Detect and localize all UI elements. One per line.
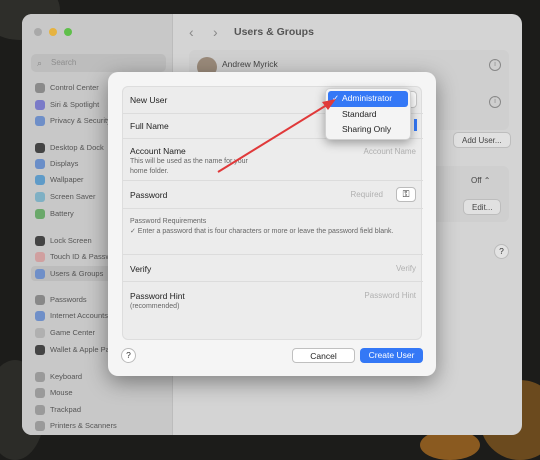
option-label: Administrator [342,93,393,103]
sidebar-item-icon [35,158,45,169]
search-input[interactable]: ⌕ Search [31,54,166,72]
new-user-label: New User [130,95,168,105]
sidebar-item-label: Lock Screen [50,236,92,245]
full-name-label: Full Name [130,121,169,131]
cancel-button[interactable]: Cancel [292,348,355,363]
sidebar-item-label: Battery [50,209,74,218]
sidebar-item-icon [35,327,45,338]
window-title: Users & Groups [234,26,314,38]
sidebar-item-icon [35,208,45,219]
sidebar-item-label: Passwords [50,295,87,304]
verify-field[interactable]: Verify [396,264,416,273]
account-type-option-administrator[interactable]: ✓ Administrator [328,91,408,107]
minimize-window-button[interactable] [49,28,57,36]
account-type-option-standard[interactable]: Standard [328,107,408,123]
account-name-row[interactable]: Account Name This will be used as the na… [123,139,423,181]
account-name-help: This will be used as the name for your h… [130,158,248,175]
requirements-title: Password Requirements [130,218,207,225]
option-label: Standard [342,108,377,119]
sidebar-item-icon [35,174,45,185]
sidebar-item-icon [35,142,45,153]
sidebar-item-trackpad[interactable]: Trackpad [31,402,166,417]
zoom-window-button[interactable] [64,28,72,36]
sidebar-item-icon [35,115,45,126]
search-placeholder: Search [51,58,77,67]
option-label: Sharing Only [342,124,392,134]
forward-arrow-icon[interactable]: › [213,24,218,40]
sidebar-item-label: Users & Groups [50,269,104,278]
account-type-menu: ✓ Administrator Standard Sharing Only [325,88,411,140]
sidebar-item-icon [35,294,45,305]
info-icon[interactable]: i [489,59,501,71]
sidebar-item-icon [35,371,45,382]
sidebar-item-icon [35,404,45,415]
sidebar-item-label: Keyboard [50,372,83,381]
auto-login-select[interactable]: Off ⌃ [463,173,498,189]
sidebar-item-label: Trackpad [50,405,81,414]
sidebar-item-printers-scanners[interactable]: Printers & Scanners [31,418,166,433]
add-user-button[interactable]: Add User... [453,132,511,148]
sidebar-item-icon [35,191,45,202]
sidebar-item-label: Siri & Spotlight [50,100,100,109]
sidebar-item-label: Wallpaper [50,175,84,184]
sidebar-item-icon [35,420,45,431]
search-icon: ⌕ [37,58,43,68]
back-arrow-icon[interactable]: ‹ [189,24,194,40]
checkmark-icon: ✓ [332,93,340,103]
dialog-help-button[interactable]: ? [121,348,136,363]
password-hint-field[interactable]: Password Hint [364,291,416,300]
user-name: Andrew Myrick [222,59,278,69]
full-name-field[interactable] [414,119,417,131]
sidebar-item-icon [35,268,45,279]
create-user-button[interactable]: Create User [360,348,423,363]
sidebar-item-icon [35,387,45,398]
sidebar-item-icon [35,82,45,93]
sidebar-item-label: Game Center [50,328,96,337]
sidebar-item-label: Printers & Scanners [50,421,117,430]
sidebar-item-label: Desktop & Dock [50,143,104,152]
sidebar-item-mouse[interactable]: Mouse [31,385,166,400]
sidebar-item-icon [35,235,45,246]
requirements-text: ✓ Enter a password that is four characte… [130,228,394,235]
help-button[interactable]: ? [494,244,509,259]
close-window-button[interactable] [34,28,42,36]
password-field[interactable]: Required [351,190,383,199]
password-hint-label: Password Hint [130,291,185,301]
password-hint-row[interactable]: Password Hint (recommended) Password Hin… [123,282,423,322]
sidebar-item-label: Mouse [50,388,73,397]
sidebar-item-icon [35,344,45,355]
password-label: Password [130,190,168,200]
account-type-option-sharing-only[interactable]: Sharing Only [328,122,408,138]
verify-label: Verify [130,264,152,274]
sidebar-item-label: Screen Saver [50,192,96,201]
password-row[interactable]: Password Required ⚿ [123,181,423,209]
password-hint-sub: (recommended) [130,303,180,310]
sidebar-item-label: Internet Accounts [50,311,108,320]
password-assistant-key-icon[interactable]: ⚿ [396,187,416,202]
password-requirements: Password Requirements ✓ Enter a password… [123,209,423,255]
edit-button[interactable]: Edit... [463,199,502,215]
info-icon[interactable]: i [489,96,501,108]
verify-row[interactable]: Verify Verify [123,255,423,282]
account-name-field[interactable]: Account Name [364,147,416,156]
sidebar-item-icon [35,310,45,321]
sidebar-item-label: Control Center [50,83,99,92]
sidebar-item-label: Wallet & Apple Pay [50,345,114,354]
sidebar-item-label: Displays [50,159,79,168]
account-name-label: Account Name [130,146,186,156]
sidebar-item-icon [35,99,45,110]
sidebar-item-icon [35,251,45,262]
sidebar-item-label: Privacy & Security [50,116,111,125]
